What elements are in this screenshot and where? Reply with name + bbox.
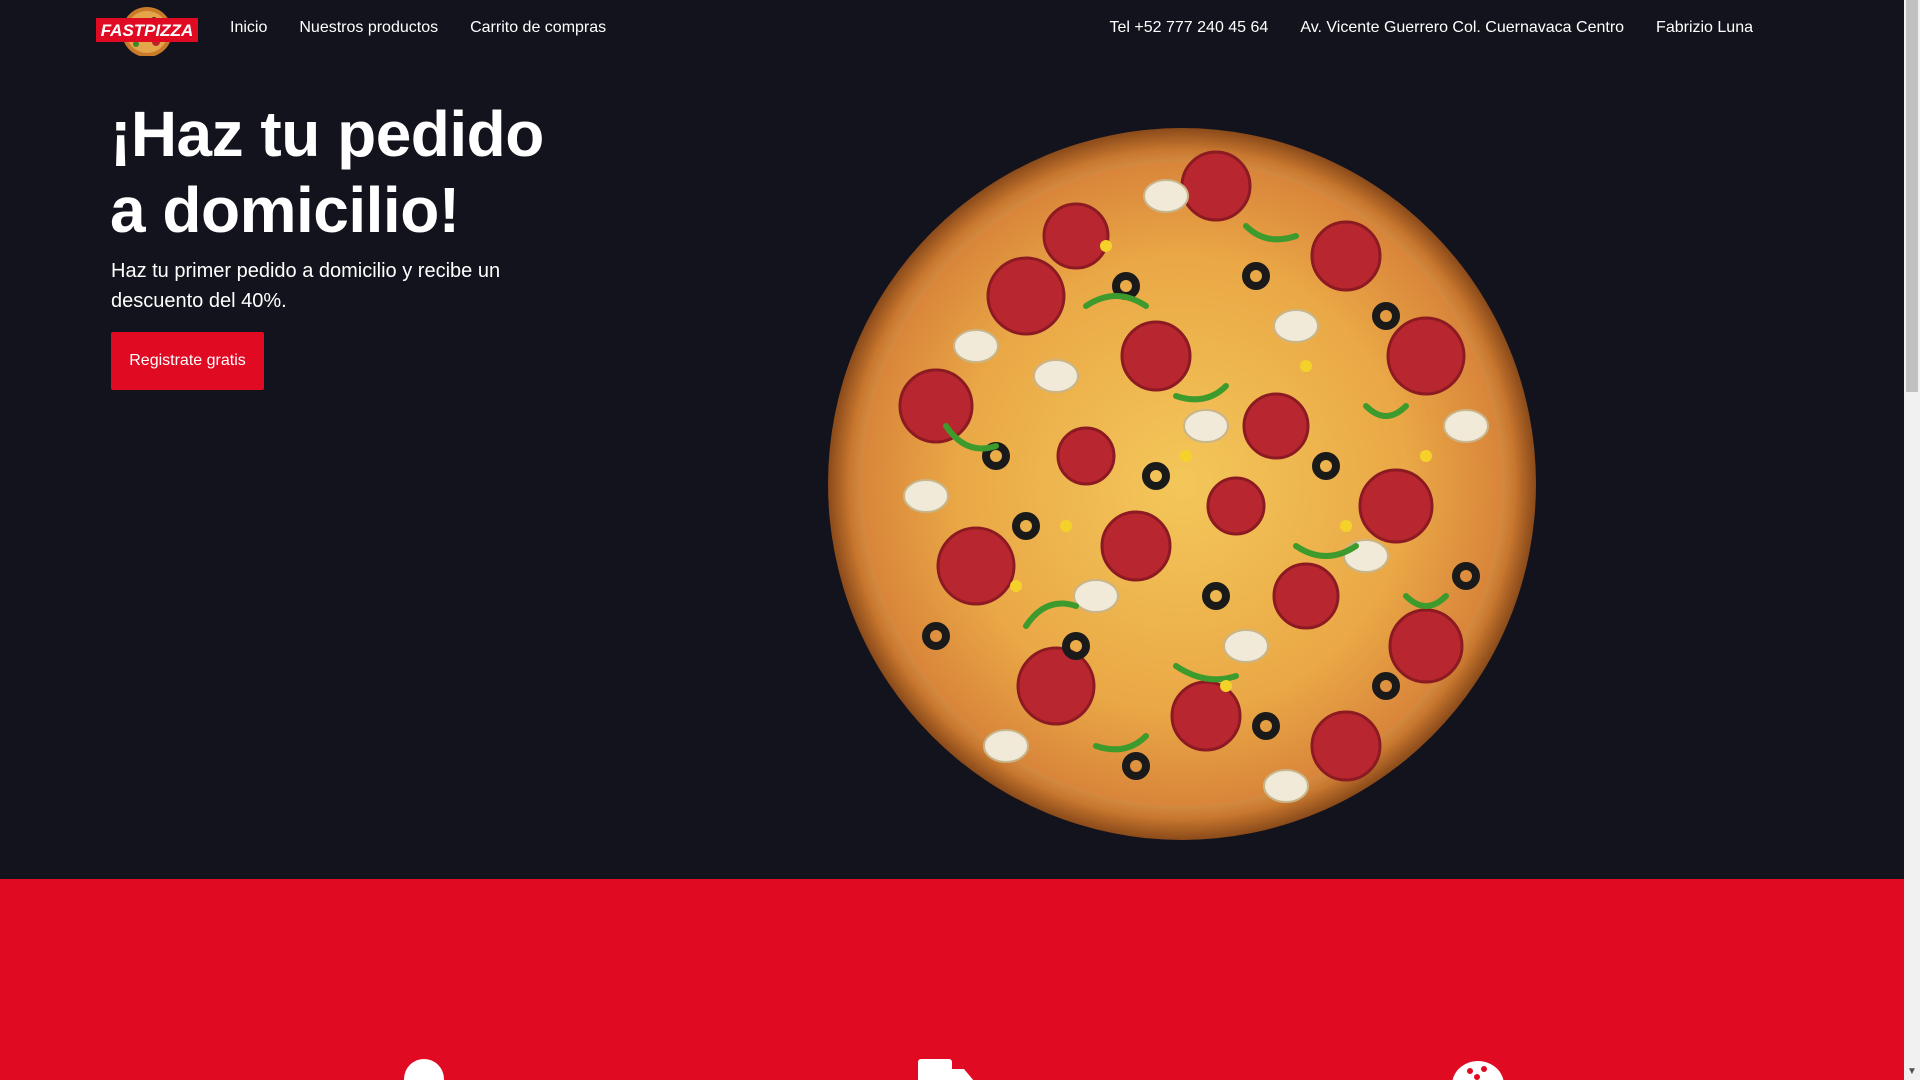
vertical-scrollbar[interactable]: ▼ xyxy=(1904,0,1920,1080)
nav-phone[interactable]: Tel +52 777 240 45 64 xyxy=(1110,19,1269,37)
nav-user[interactable]: Fabrizio Luna xyxy=(1656,19,1753,37)
register-button[interactable]: Registrate gratis xyxy=(111,332,264,390)
pizza-icon xyxy=(1452,1061,1504,1080)
nav-left: Inicio Nuestros productos Carrito de com… xyxy=(230,0,606,56)
nav-address[interactable]: Av. Vicente Guerrero Col. Cuernavaca Cen… xyxy=(1300,19,1624,37)
fastpizza-logo[interactable]: FASTPIZZA xyxy=(96,2,198,60)
delivery-truck-icon xyxy=(918,1059,974,1080)
hero-title: ¡Haz tu pedido a domicilio! xyxy=(110,98,544,246)
nav-link-carrito[interactable]: Carrito de compras xyxy=(470,19,606,37)
features-section xyxy=(0,879,1904,1080)
navbar: FASTPIZZA Inicio Nuestros productos Carr… xyxy=(0,0,1904,57)
pizza-image xyxy=(828,128,1536,840)
scrollbar-thumb[interactable] xyxy=(1906,0,1918,392)
nav-link-inicio[interactable]: Inicio xyxy=(230,19,267,37)
hero-subtitle: Haz tu primer pedido a domicilio y recib… xyxy=(111,260,501,312)
page: FASTPIZZA Inicio Nuestros productos Carr… xyxy=(0,0,1920,1080)
user-icon xyxy=(404,1059,444,1080)
logo-text: FASTPIZZA xyxy=(101,21,194,40)
hero-section: ¡Haz tu pedido a domicilio! Haz tu prime… xyxy=(0,56,1904,879)
nav-right: Tel +52 777 240 45 64 Av. Vicente Guerre… xyxy=(1110,0,1753,56)
nav-link-productos[interactable]: Nuestros productos xyxy=(299,19,438,37)
scroll-down-arrow-icon[interactable]: ▼ xyxy=(1904,1064,1920,1080)
